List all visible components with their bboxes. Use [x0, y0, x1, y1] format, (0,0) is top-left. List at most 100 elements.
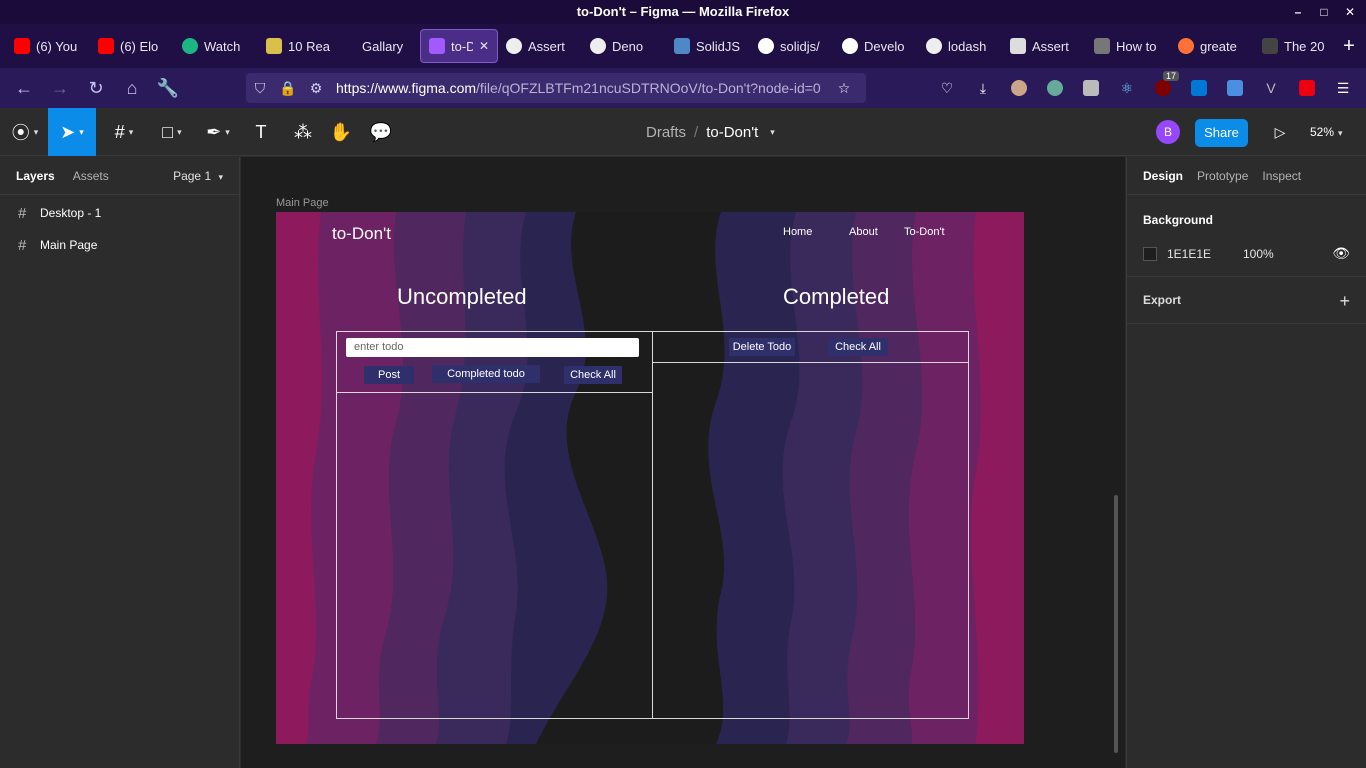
frame-tool-icon[interactable]: # ▾ [104, 108, 144, 156]
firefox-icon [1178, 38, 1194, 54]
frame-label[interactable]: Main Page [276, 197, 329, 209]
tab-layers[interactable]: Layers [16, 169, 55, 183]
tab-inspect[interactable]: Inspect [1262, 169, 1301, 183]
site-nav-home[interactable]: Home [783, 226, 812, 238]
export-label: Export [1143, 293, 1182, 307]
browser-tab[interactable]: Assert [1002, 29, 1086, 63]
pen-tool-icon[interactable]: ✒ ▾ [198, 108, 238, 156]
completed-heading: Completed [783, 284, 890, 309]
browser-tab-strip: (6) You (6) Elo Watch 10 Rea Gallary to-… [0, 24, 1366, 68]
zoom-dropdown[interactable]: 52% ▾ [1310, 120, 1343, 144]
browser-tab[interactable]: lodash [918, 29, 1002, 63]
layers-panel: Layers Assets Page 1 ▾ # Desktop - 1 # Mai… [0, 157, 240, 768]
check-all-left-button[interactable]: Check All [564, 366, 622, 384]
ublock-icon[interactable]: 17 [1150, 71, 1179, 101]
main-page-frame[interactable]: to-Don't Home About To-Don't Uncompleted… [276, 212, 1024, 744]
post-button[interactable]: Post [364, 366, 414, 384]
youtube-ext-icon[interactable] [1294, 75, 1320, 101]
window-title: to-Don't – Figma — Mozilla Firefox [576, 4, 790, 19]
browser-tab[interactable]: Gallary [342, 29, 420, 63]
browser-tab-active[interactable]: to-D✕ [420, 29, 498, 63]
close-window-icon[interactable]: ✕ [1344, 0, 1356, 24]
forward-icon[interactable]: → [42, 73, 78, 103]
todo-input[interactable]: enter todo [346, 338, 639, 357]
browser-tab[interactable]: Deno [582, 29, 666, 63]
layer-item[interactable]: # Desktop - 1 [0, 197, 239, 229]
browser-tab[interactable]: The 20 [1254, 29, 1338, 63]
code-icon [1094, 38, 1110, 54]
chevron-down-icon: ▾ [1338, 128, 1343, 138]
close-tab-icon[interactable]: ✕ [479, 39, 489, 53]
minimize-icon[interactable]: – [1292, 0, 1304, 24]
chevron-down-icon: ▾ [218, 171, 223, 182]
lock-icon: 🔒 [279, 79, 297, 96]
bookmark-star-icon[interactable]: ☆ [830, 80, 858, 97]
play-icon [182, 38, 198, 54]
new-tab-button[interactable]: + [1338, 35, 1360, 58]
text-tool-icon[interactable]: T [248, 108, 274, 156]
add-export-icon[interactable]: + [1339, 291, 1350, 312]
file-name[interactable]: to-Don't [706, 124, 758, 141]
shape-tool-icon[interactable]: □ ▾ [152, 108, 192, 156]
spy-extension-icon[interactable] [1042, 75, 1068, 101]
browser-tab[interactable]: How to [1086, 29, 1170, 63]
shield-icon [1010, 38, 1026, 54]
share-button[interactable]: Share [1195, 119, 1248, 147]
menu-icon[interactable]: ☰ [1330, 75, 1356, 101]
tab-design[interactable]: Design [1143, 169, 1183, 183]
maximize-icon[interactable]: □ [1318, 0, 1330, 24]
site-nav-about[interactable]: About [849, 226, 878, 238]
tab-assets[interactable]: Assets [73, 169, 109, 183]
background-swatch[interactable] [1143, 246, 1157, 261]
solid-icon [674, 38, 690, 54]
home-icon[interactable]: ⌂ [114, 73, 150, 103]
tab-prototype[interactable]: Prototype [1197, 169, 1248, 183]
profile-icon[interactable] [1006, 75, 1032, 101]
reload-icon[interactable]: ↻ [78, 73, 114, 103]
url-bar[interactable]: ⛉ 🔒 ⚙ https://www.figma.com/file/qOFZLBT… [246, 73, 866, 103]
breadcrumb: Drafts / to-Don't ▾ [646, 123, 775, 141]
layer-item[interactable]: # Main Page [0, 229, 239, 261]
canvas-scrollbar[interactable] [1114, 495, 1118, 753]
site-nav-todont[interactable]: To-Don't [904, 226, 945, 238]
browser-tab[interactable]: (6) You [6, 29, 90, 63]
figma-canvas[interactable]: Main Page to-Don't Home About To-Don't U… [241, 157, 1343, 768]
browser-tab[interactable]: (6) Elo [90, 29, 174, 63]
download-icon[interactable]: ⤓ [970, 75, 996, 101]
eye-icon[interactable]: 👁 [1332, 245, 1350, 262]
browser-tab[interactable]: Assert [498, 29, 582, 63]
comment-tool-icon[interactable]: 💬 [368, 108, 394, 156]
browser-tab[interactable]: solidjs/ [750, 29, 834, 63]
hand-tool-icon[interactable]: ✋ [328, 108, 354, 156]
vue-devtools-icon[interactable]: V [1258, 75, 1284, 101]
browser-tab[interactable]: Watch [174, 29, 258, 63]
notes-icon[interactable] [1222, 75, 1248, 101]
design-panel: Design Prototype Inspect Background 1E1E… [1126, 157, 1366, 768]
move-tool-icon[interactable]: ➤ ▾ [48, 108, 96, 156]
browser-tab[interactable]: Develo [834, 29, 918, 63]
page-selector[interactable]: Page 1 ▾ [173, 169, 223, 183]
browser-tab[interactable]: SolidJS [666, 29, 750, 63]
back-icon[interactable]: ← [6, 73, 42, 103]
figma-main-menu-icon[interactable]: ⦿ ▾ [6, 108, 44, 156]
avatar[interactable]: B [1156, 120, 1180, 144]
url-text: https://www.figma.com/file/qOFZLBTFm21nc… [336, 80, 821, 96]
pocket-icon[interactable]: ♡ [934, 75, 960, 101]
browser-tab[interactable]: 10 Rea [258, 29, 342, 63]
completed-todo-button[interactable]: Completed todo [432, 365, 540, 383]
resources-tool-icon[interactable]: ⁂ [290, 108, 316, 156]
delete-todo-button[interactable]: Delete Todo [729, 338, 795, 356]
background-hex-input[interactable]: 1E1E1E [1167, 247, 1243, 261]
present-play-icon[interactable]: ▷ [1270, 120, 1290, 144]
browser-tab[interactable]: greate [1170, 29, 1254, 63]
wrench-icon[interactable]: 🔧 [150, 73, 186, 103]
breadcrumb-drafts[interactable]: Drafts [646, 124, 686, 141]
skype-icon[interactable] [1186, 75, 1212, 101]
extension-icon[interactable] [1078, 75, 1104, 101]
completed-list-box [652, 331, 969, 719]
background-opacity-input[interactable]: 100% [1243, 247, 1274, 261]
react-devtools-icon[interactable]: ⚛ [1114, 75, 1140, 101]
chevron-down-icon[interactable]: ▾ [770, 127, 775, 138]
background-section: Background 1E1E1E 100% 👁 [1127, 195, 1366, 277]
check-all-right-button[interactable]: Check All [828, 338, 888, 356]
